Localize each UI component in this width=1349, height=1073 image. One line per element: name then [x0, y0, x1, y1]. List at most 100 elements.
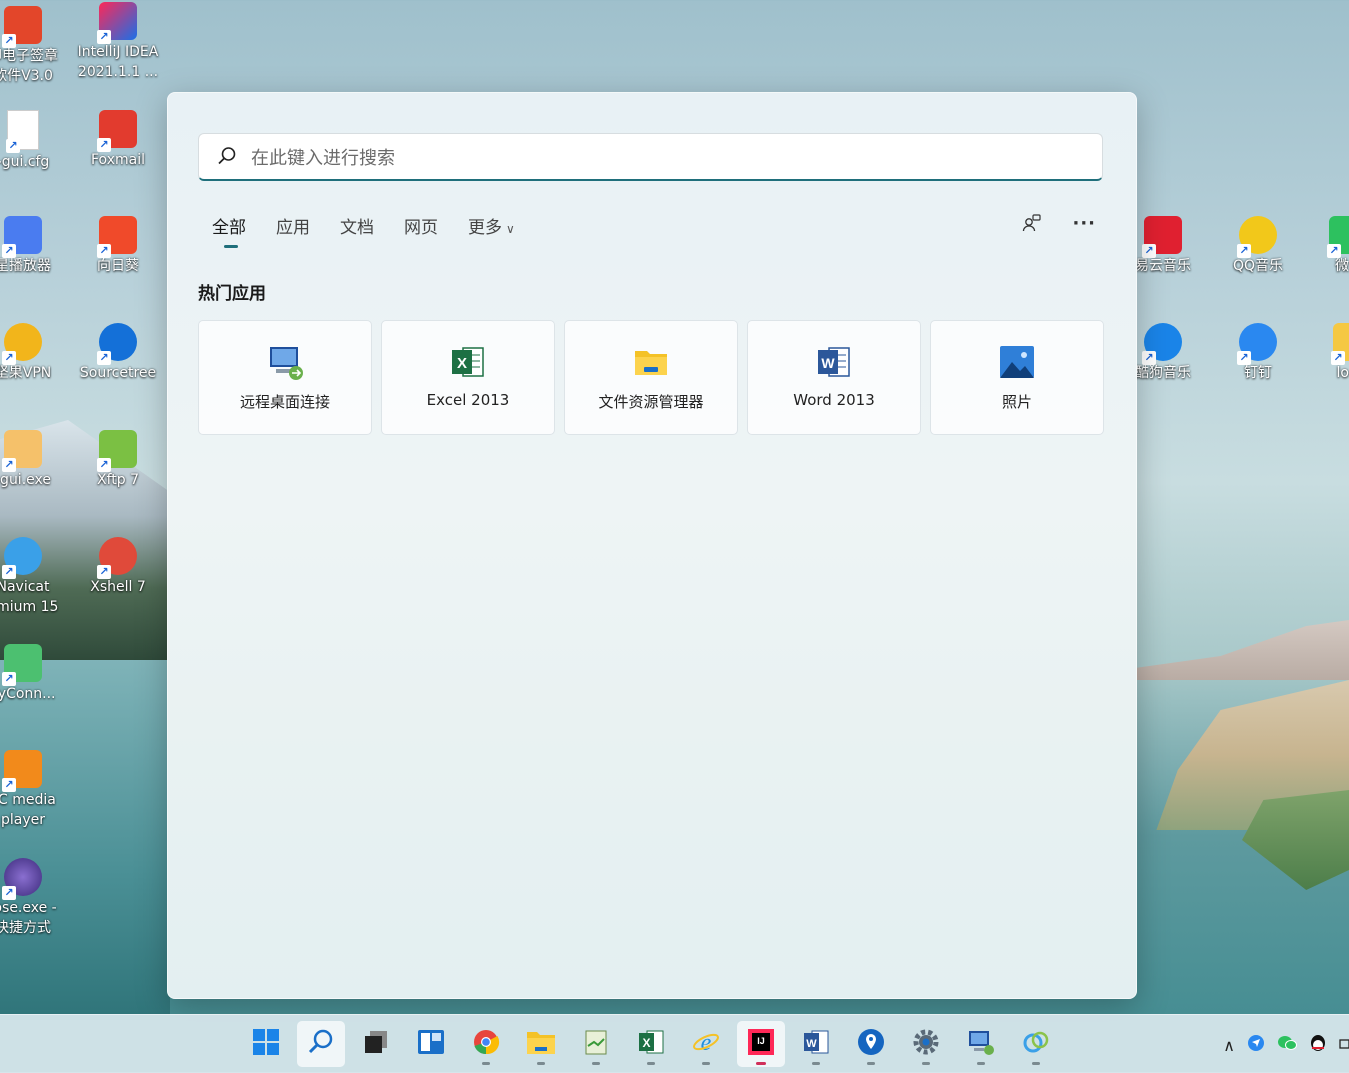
tab-more[interactable]: 更多 ∨ [468, 213, 515, 238]
taskbar-intellij[interactable]: IJ [737, 1021, 785, 1067]
running-indicator [702, 1062, 710, 1065]
desktop-icon-qq-music[interactable]: QQ音乐 [1213, 216, 1303, 276]
desktop-icon-player[interactable]: 星播放器 [0, 216, 68, 276]
running-indicator [592, 1062, 600, 1065]
tray-qq-icon[interactable] [1309, 1033, 1327, 1057]
kugou-icon [1142, 323, 1182, 365]
tray-expand-icon[interactable]: ∧ [1223, 1036, 1235, 1055]
app-tile-remote-desktop[interactable]: 远程桌面连接 [198, 320, 372, 435]
desktop-icon-sourcetree[interactable]: Sourcetree [73, 323, 163, 383]
tab-all[interactable]: 全部 [212, 213, 246, 248]
desktop-icon-dingtalk[interactable]: 钉钉 [1213, 323, 1303, 383]
tab-apps[interactable]: 应用 [276, 213, 310, 238]
desktop-icon-easyconnect[interactable]: syConn... [0, 644, 68, 704]
taskbar-ie[interactable]: e [682, 1021, 730, 1067]
widgets-icon [417, 1028, 445, 1060]
qq-music-icon [1237, 216, 1277, 258]
taskbar-widgets[interactable] [407, 1021, 455, 1067]
desktop-icon-xftp[interactable]: Xftp 7 [73, 430, 163, 490]
vlc-icon [2, 750, 42, 792]
word-icon: W [802, 1028, 830, 1060]
dingtalk-icon [1237, 323, 1277, 365]
search-icon [217, 146, 237, 171]
desktop-icon-intellij[interactable]: IntelliJ IDEA 2021.1.1 ... [73, 2, 163, 82]
tab-web[interactable]: 网页 [404, 213, 438, 238]
tray-dingtalk-icon[interactable] [1247, 1034, 1265, 1056]
signature-icon [2, 6, 42, 48]
xshell-icon [97, 537, 137, 579]
search-panel: 全部 应用 文档 网页 更多 ∨ ··· 热门应用 远程桌面连接 X Excel … [167, 92, 1137, 999]
exe-icon [2, 430, 42, 472]
app-tile-excel[interactable]: X Excel 2013 [381, 320, 555, 435]
taskbar-task-view[interactable] [352, 1021, 400, 1067]
taskbar-notepad[interactable] [572, 1021, 620, 1067]
tray-display-icon[interactable] [1339, 1036, 1349, 1055]
app-tile-file-explorer[interactable]: 文件资源管理器 [564, 320, 738, 435]
tray-wechat-icon[interactable] [1277, 1034, 1297, 1056]
taskbar-excel[interactable]: X [627, 1021, 675, 1067]
taskbar-maps[interactable] [847, 1021, 895, 1067]
folder-icon [1331, 323, 1349, 365]
taskbar-search[interactable] [297, 1021, 345, 1067]
taskbar-word[interactable]: W [792, 1021, 840, 1067]
vpn-icon [2, 323, 42, 365]
search-input[interactable] [249, 142, 1083, 174]
chrome-icon [472, 1028, 500, 1060]
running-indicator [482, 1062, 490, 1065]
foxmail-icon [97, 110, 137, 152]
excel-icon: X [637, 1028, 665, 1060]
tab-more-label: 更多 [468, 218, 502, 238]
top-apps-list: 远程桌面连接 X Excel 2013 文件资源管理器 W Word 2013 … [198, 320, 1104, 435]
desktop-icon-sunflower[interactable]: 向日葵 [73, 216, 163, 276]
desktop-icon-vpn[interactable]: 坚果VPN [0, 323, 68, 383]
running-indicator [922, 1062, 930, 1065]
svg-text:W: W [806, 1038, 817, 1050]
remote-desktop-icon [266, 343, 304, 381]
desktop-icon-gui-exe[interactable]: -gui.exe [0, 430, 68, 490]
running-indicator [977, 1062, 985, 1065]
desktop-icon-signature[interactable]: 印电子签章 软件V3.0 [0, 6, 68, 86]
taskbar: X e IJ W ∧ [0, 1014, 1349, 1073]
search-box[interactable] [198, 133, 1103, 181]
wallpaper-lake [0, 660, 170, 1020]
taskbar-start[interactable] [242, 1021, 290, 1067]
top-apps-title: 热门应用 [198, 284, 266, 304]
file-icon [6, 110, 39, 153]
notepad-icon [582, 1028, 610, 1060]
settings-gear-icon [912, 1028, 940, 1060]
desktop-icon-navicat[interactable]: Navicat emium 15 [0, 537, 68, 617]
file-explorer-icon [632, 343, 670, 381]
running-indicator [647, 1062, 655, 1065]
desktop-icon-vlc[interactable]: LC media player [0, 750, 68, 830]
account-switch-icon[interactable] [1022, 213, 1042, 238]
more-options-icon[interactable]: ··· [1072, 213, 1096, 238]
sourcetree-icon [97, 323, 137, 365]
taskbar-remote-desktop[interactable] [957, 1021, 1005, 1067]
tab-documents[interactable]: 文档 [340, 213, 374, 238]
desktop-icon-folder[interactable]: lo [1305, 323, 1349, 383]
sunflower-icon [97, 216, 137, 258]
svg-text:IJ: IJ [757, 1036, 765, 1046]
intellij-icon: IJ [747, 1028, 775, 1060]
chevron-down-icon: ∨ [506, 222, 515, 236]
intellij-icon [97, 2, 137, 44]
netease-music-icon [1142, 216, 1182, 258]
search-icon [307, 1028, 335, 1060]
desktop-icon-foxmail[interactable]: Foxmail [73, 110, 163, 170]
running-indicator [812, 1062, 820, 1065]
xftp-icon [97, 430, 137, 472]
desktop-icon-xshell[interactable]: Xshell 7 [73, 537, 163, 597]
desktop-icon-cfg[interactable]: -gui.cfg [0, 110, 68, 172]
app-tile-word[interactable]: W Word 2013 [747, 320, 921, 435]
taskbar-navicat[interactable] [1012, 1021, 1060, 1067]
navicat-icon [2, 537, 42, 579]
taskbar-settings[interactable] [902, 1021, 950, 1067]
system-tray: ∧ [1223, 1033, 1349, 1057]
windows-start-icon [252, 1028, 280, 1060]
taskbar-chrome[interactable] [462, 1021, 510, 1067]
navicat-icon [1022, 1028, 1050, 1060]
taskbar-file-explorer[interactable] [517, 1021, 565, 1067]
desktop-icon-eclipse[interactable]: ipse.exe - 快捷方式 [0, 858, 68, 938]
app-tile-photos[interactable]: 照片 [930, 320, 1104, 435]
desktop-icon-wechat[interactable]: 微 [1305, 216, 1349, 276]
